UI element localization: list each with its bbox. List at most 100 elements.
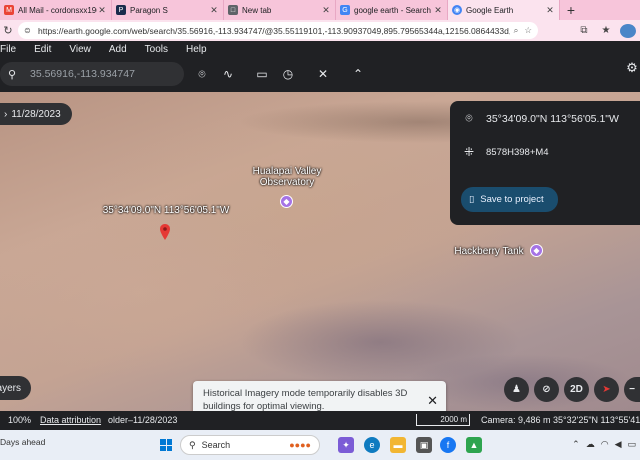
observatory-label[interactable]: Hualapai Valley Observatory (248, 166, 326, 188)
new-tab-button[interactable]: + (560, 2, 582, 18)
chevron-left-icon: › (4, 108, 8, 120)
facebook-icon[interactable]: f (440, 437, 456, 453)
tab-title: Paragon S (130, 5, 168, 15)
taskbar: Days ahead ⚲ Search ●●●● ✦ e ▬ ▣ f ▲ ⌃ ☁… (0, 430, 640, 460)
taskbar-search-label: Search (201, 440, 231, 450)
wifi-icon[interactable]: ◠ (601, 439, 609, 450)
tab-title: google earth - Search (354, 5, 431, 15)
compass-button[interactable]: ➤ (594, 377, 619, 402)
tab-google-earth[interactable]: ◉ Google Earth ✕ (448, 0, 560, 20)
menu-tools[interactable]: Tools (136, 44, 177, 55)
compass-needle-icon: ➤ (602, 384, 611, 395)
menu-bar: File Edit View Add Tools Help (0, 41, 640, 58)
menu-help[interactable]: Help (177, 44, 216, 55)
tools-icon[interactable]: ✕ (315, 66, 331, 82)
pegman-icon: ♟ (512, 384, 521, 395)
camera-altitude: Camera: 9,486 m (481, 415, 551, 425)
avatar[interactable] (620, 23, 636, 38)
layers-label: Layers (0, 382, 21, 394)
search-input[interactable]: 35.56916,-113.934747 (30, 68, 135, 80)
zoom-level: 100% (8, 415, 32, 425)
tank-poi-icon[interactable]: ◆ (530, 244, 543, 257)
ruler-icon[interactable]: ▭ (254, 66, 270, 82)
reset-tilt-button[interactable]: ⊘ (534, 377, 559, 402)
2d-toggle-button[interactable]: 2D (564, 377, 589, 402)
close-icon[interactable]: ✕ (545, 5, 555, 16)
scale-bar: 2000 m (416, 414, 470, 426)
search-highlight-icon: ●●●● (289, 440, 311, 450)
address-bar[interactable]: ⊜ https://earth.google.com/web/search/35… (18, 22, 538, 39)
weather-widget[interactable]: Days ahead (0, 437, 45, 447)
paragon-icon: P (116, 5, 126, 15)
system-tray: ⌃ ☁ ◠ ◀ ▭ (572, 439, 640, 450)
compass-off-icon: ⊘ (542, 384, 551, 395)
url-text[interactable]: https://earth.google.com/web/search/35.5… (38, 26, 510, 36)
windows-start-icon[interactable] (160, 439, 172, 451)
reload-icon[interactable]: ↻ (0, 24, 16, 37)
browser-actions: ⧉ ★ (576, 22, 640, 39)
extensions-icon[interactable]: ⧉ (576, 25, 592, 36)
save-to-project-button[interactable]: ▯ Save to project (461, 187, 558, 212)
collapse-icon[interactable]: ⌃ (350, 66, 366, 82)
close-icon[interactable]: ✕ (209, 5, 219, 16)
bookmark-icon: ▯ (469, 194, 475, 205)
search-icon: ⚲ (189, 439, 196, 450)
observatory-poi-icon[interactable]: ◆ (280, 195, 293, 208)
tab-mail[interactable]: M All Mail - cordonsxx1962 ✕ (0, 0, 112, 20)
favorites-icon[interactable]: ★ (598, 25, 614, 36)
google-earth-icon: ◉ (452, 5, 462, 15)
save-label: Save to project (480, 194, 544, 205)
layers-button[interactable]: Layers (0, 376, 31, 400)
volume-icon[interactable]: ◀ (615, 439, 622, 450)
tab-google-search[interactable]: G google earth - Search ✕ (336, 0, 448, 20)
address-row: ↻ ⊜ https://earth.google.com/web/search/… (0, 20, 640, 41)
earth-toolbar: ⚲ 35.56916,-113.934747 ⌾ ∿ ▭ ◷ ✕ ⌃ (0, 58, 640, 92)
placemark-icon[interactable]: ⌾ (194, 66, 210, 82)
zoom-icon[interactable]: ⌕ (514, 25, 519, 36)
bookmark-star-icon[interactable]: ☆ (524, 25, 532, 36)
status-bar: 100% Data attribution older–11/28/2023 2… (0, 411, 640, 430)
coords-row: ⌾ 35°34'09.0"N 113°56'05.1"W (462, 111, 619, 126)
tank-label[interactable]: Hackberry Tank (452, 246, 526, 257)
tab-paragon[interactable]: P Paragon S ✕ (112, 0, 224, 20)
data-attribution-link[interactable]: Data attribution (40, 415, 101, 425)
close-icon[interactable]: ✕ (97, 5, 107, 16)
store-icon[interactable]: ▲ (466, 437, 482, 453)
tab-new[interactable]: □ New tab ✕ (224, 0, 336, 20)
path-icon[interactable]: ∿ (220, 66, 236, 82)
plus-code-icon: ⁜ (463, 145, 475, 159)
edge-icon[interactable]: e (364, 437, 380, 453)
copilot-icon[interactable]: ✦ (338, 437, 354, 453)
panel-coords: 35°34'09.0"N 113°56'05.1"W (486, 112, 619, 125)
menu-add[interactable]: Add (100, 44, 136, 55)
imagery-date: 11/28/2023 (11, 108, 61, 120)
menu-file[interactable]: File (0, 44, 25, 55)
file-explorer-icon[interactable]: ▬ (390, 437, 406, 453)
search-icon: ⚲ (8, 68, 17, 81)
plus-code: 8578H398+M4 (486, 146, 549, 158)
close-icon[interactable]: ✕ (321, 5, 331, 16)
2d-label: 2D (570, 384, 583, 395)
menu-view[interactable]: View (60, 44, 100, 55)
cursor-coords: 35°32'25"N 113°55'41"W (553, 415, 640, 425)
tab-title: New tab (242, 5, 272, 15)
location-pin-icon[interactable] (160, 224, 170, 240)
search-box[interactable]: ⚲ 35.56916,-113.934747 (0, 62, 184, 86)
close-icon[interactable]: ✕ (427, 394, 438, 407)
close-icon[interactable]: ✕ (433, 5, 443, 16)
location-panel: ⌾ 35°34'09.0"N 113°56'05.1"W ⁜ 8578H398+… (450, 101, 640, 225)
pegman-button[interactable]: ♟ (504, 377, 529, 402)
plus-code-row: ⁜ 8578H398+M4 (462, 145, 549, 159)
imagery-range: older–11/28/2023 (108, 415, 178, 425)
menu-edit[interactable]: Edit (25, 44, 60, 55)
date-chip[interactable]: › 11/28/2023 (0, 103, 72, 125)
cloud-icon[interactable]: ☁ (586, 439, 595, 450)
minus-icon: − (629, 384, 635, 395)
chevron-up-icon[interactable]: ⌃ (572, 439, 580, 450)
historical-imagery-icon[interactable]: ◷ (280, 66, 296, 82)
site-info-icon[interactable]: ⊜ (24, 26, 34, 35)
battery-icon[interactable]: ▭ (627, 439, 636, 450)
snipping-icon[interactable]: ▣ (416, 437, 432, 453)
gear-icon[interactable]: ⚙ (624, 60, 640, 76)
taskbar-search[interactable]: ⚲ Search ●●●● (180, 435, 320, 455)
